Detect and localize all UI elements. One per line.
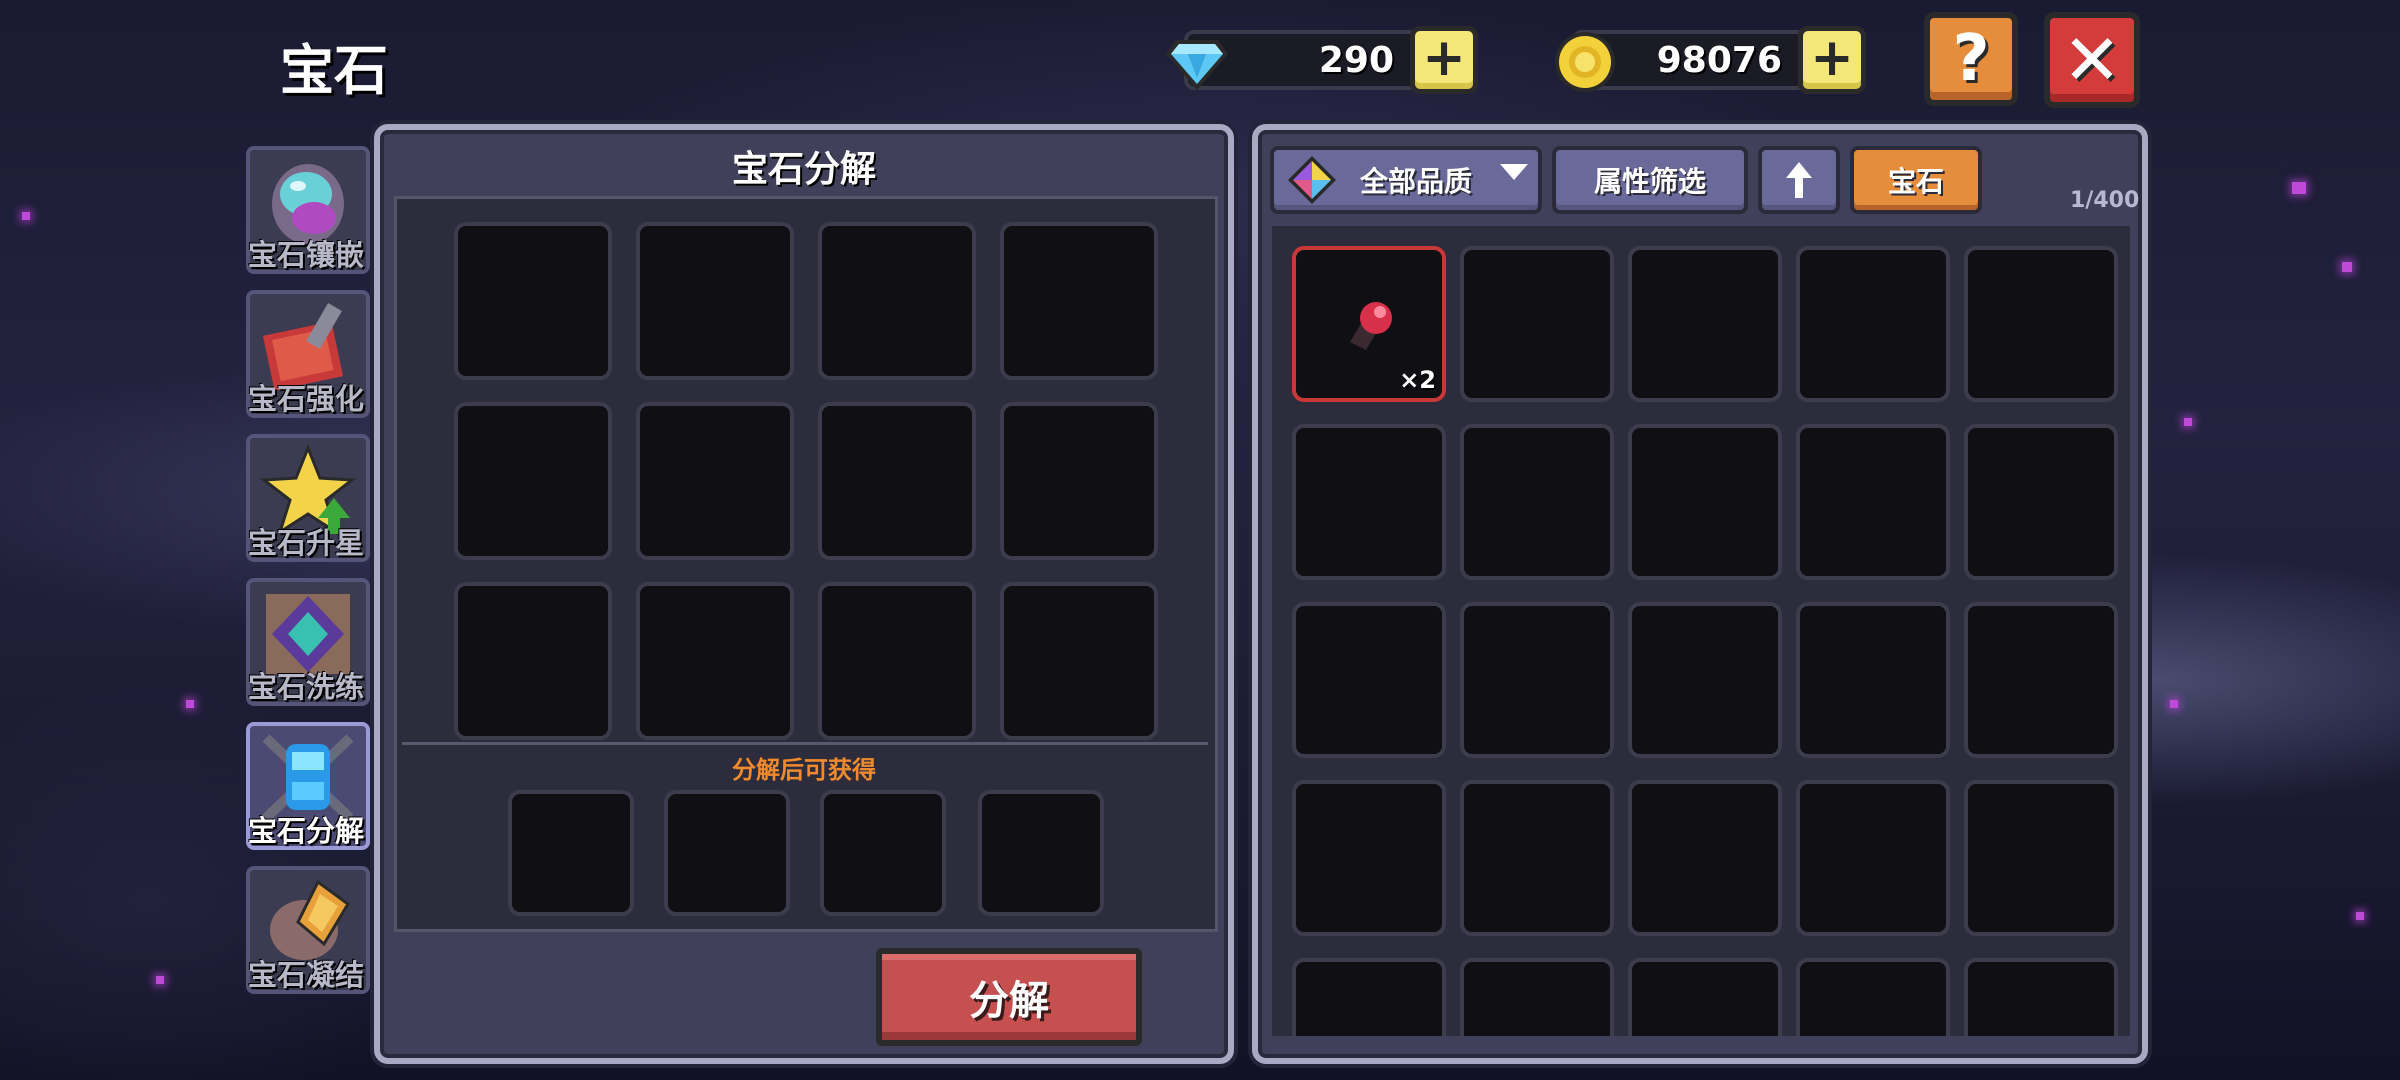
inventory-item-slot[interactable]: [1292, 958, 1446, 1036]
tab-gem-inlay[interactable]: 宝石镶嵌: [246, 146, 370, 274]
decompose-input-slot[interactable]: [636, 402, 794, 560]
panel-title: 宝石分解: [731, 149, 876, 190]
tab-gem-condense[interactable]: 宝石凝结: [246, 866, 370, 994]
close-icon: ✕: [2062, 19, 2122, 101]
background-star: [2184, 418, 2192, 426]
inventory-item-slot[interactable]: [1964, 602, 2118, 758]
add-gems-button[interactable]: +: [1410, 26, 1478, 94]
inventory-item-slot[interactable]: [1628, 958, 1782, 1036]
decompose-input-slot[interactable]: [818, 222, 976, 380]
reward-slot: [820, 790, 946, 916]
tab-label: 宝石凝结: [248, 958, 365, 992]
background-star: [186, 700, 194, 708]
background-star: [2356, 912, 2364, 920]
reward-slot: [508, 790, 634, 916]
background-star: [2342, 262, 2352, 272]
inventory-item-slot[interactable]: [1628, 246, 1782, 402]
chevron-down-icon: [1500, 164, 1528, 180]
decompose-input-slot[interactable]: [454, 402, 612, 560]
tab-label: 宝石强化: [248, 382, 365, 416]
decompose-button[interactable]: 分解: [876, 948, 1142, 1046]
inventory-capacity: 1/400: [2070, 188, 2140, 213]
inventory-item-slot[interactable]: [1964, 780, 2118, 936]
background-star: [156, 976, 164, 984]
category-gem-button[interactable]: 宝石: [1850, 146, 1982, 214]
attribute-filter-label: 属性筛选: [1593, 165, 1706, 198]
sort-button[interactable]: [1758, 146, 1840, 214]
close-button[interactable]: ✕: [2044, 12, 2140, 108]
decompose-input-slot[interactable]: [636, 222, 794, 380]
inventory-item-slot[interactable]: [1796, 780, 1950, 936]
decompose-input-slot[interactable]: [818, 402, 976, 560]
gold-amount: 98076: [1656, 40, 1782, 81]
inventory-item-slot[interactable]: [1292, 780, 1446, 936]
attribute-filter-button[interactable]: 属性筛选: [1552, 146, 1748, 214]
inventory-item-slot[interactable]: [1628, 780, 1782, 936]
divider: [402, 742, 1208, 745]
inventory-item-slot[interactable]: ×2: [1292, 246, 1446, 402]
gem-currency: 290 +: [1166, 26, 1478, 94]
decompose-input-slot[interactable]: [818, 582, 976, 740]
tab-label: 宝石升星: [248, 526, 365, 560]
inventory-item-slot[interactable]: [1964, 424, 2118, 580]
inventory-item-slot[interactable]: [1628, 424, 1782, 580]
reward-slot: [664, 790, 790, 916]
game-screen: 宝石 290 + 98076 + ? ✕ 宝石镶嵌 宝石强化 宝石升星 宝石洗练…: [0, 0, 2400, 1080]
gold-coin-icon: [1555, 32, 1615, 92]
item-count: ×2: [1399, 366, 1436, 394]
background-star: [22, 212, 30, 220]
decompose-input-slot[interactable]: [1000, 402, 1158, 560]
background-star: [2292, 182, 2306, 194]
inventory-item-slot[interactable]: [1460, 246, 1614, 402]
arrow-up-icon: [1786, 162, 1812, 198]
inventory-item-slot[interactable]: [1628, 602, 1782, 758]
tab-gem-decompose[interactable]: 宝石分解: [246, 722, 370, 850]
rainbow-gem-icon: [1288, 156, 1336, 204]
inventory-item-slot[interactable]: [1460, 424, 1614, 580]
decompose-button-label: 分解: [969, 978, 1049, 1024]
gold-currency: 98076 +: [1555, 26, 1866, 94]
background-star: [2170, 700, 2178, 708]
tab-gem-star-up[interactable]: 宝石升星: [246, 434, 370, 562]
decompose-input-slot[interactable]: [454, 582, 612, 740]
reward-label: 分解后可获得: [732, 756, 876, 784]
category-label: 宝石: [1887, 165, 1944, 198]
reward-slot: [978, 790, 1104, 916]
gem-amount: 290: [1318, 40, 1394, 81]
inventory-item-slot[interactable]: [1796, 246, 1950, 402]
tab-gem-refine[interactable]: 宝石洗练: [246, 578, 370, 706]
inventory-item-slot[interactable]: [1796, 424, 1950, 580]
tab-label: 宝石分解: [248, 814, 365, 848]
tab-label: 宝石洗练: [248, 670, 365, 704]
diamond-icon: [1166, 40, 1228, 90]
inventory-item-slot[interactable]: [1964, 958, 2118, 1036]
inventory-item-slot[interactable]: [1460, 602, 1614, 758]
inventory-item-slot[interactable]: [1292, 602, 1446, 758]
decompose-input-slot[interactable]: [454, 222, 612, 380]
tab-gem-enhance[interactable]: 宝石强化: [246, 290, 370, 418]
inventory-item-slot[interactable]: [1460, 958, 1614, 1036]
inventory-item-slot[interactable]: [1796, 958, 1950, 1036]
tab-label: 宝石镶嵌: [248, 238, 365, 272]
decompose-input-slot[interactable]: [1000, 582, 1158, 740]
question-icon: ?: [1952, 22, 1990, 96]
inventory-item-slot[interactable]: [1292, 424, 1446, 580]
add-gold-button[interactable]: +: [1798, 26, 1866, 94]
inventory-item-slot[interactable]: [1796, 602, 1950, 758]
page-title: 宝石: [280, 39, 388, 102]
quality-filter-label: 全部品质: [1360, 165, 1473, 198]
quality-filter-dropdown[interactable]: 全部品质: [1270, 146, 1542, 214]
inventory-item-slot[interactable]: [1460, 780, 1614, 936]
help-button[interactable]: ?: [1924, 12, 2018, 106]
inventory-grid: ×2: [1272, 226, 2130, 1036]
inventory-item-slot[interactable]: [1964, 246, 2118, 402]
decompose-input-slot[interactable]: [1000, 222, 1158, 380]
decompose-input-slot[interactable]: [636, 582, 794, 740]
